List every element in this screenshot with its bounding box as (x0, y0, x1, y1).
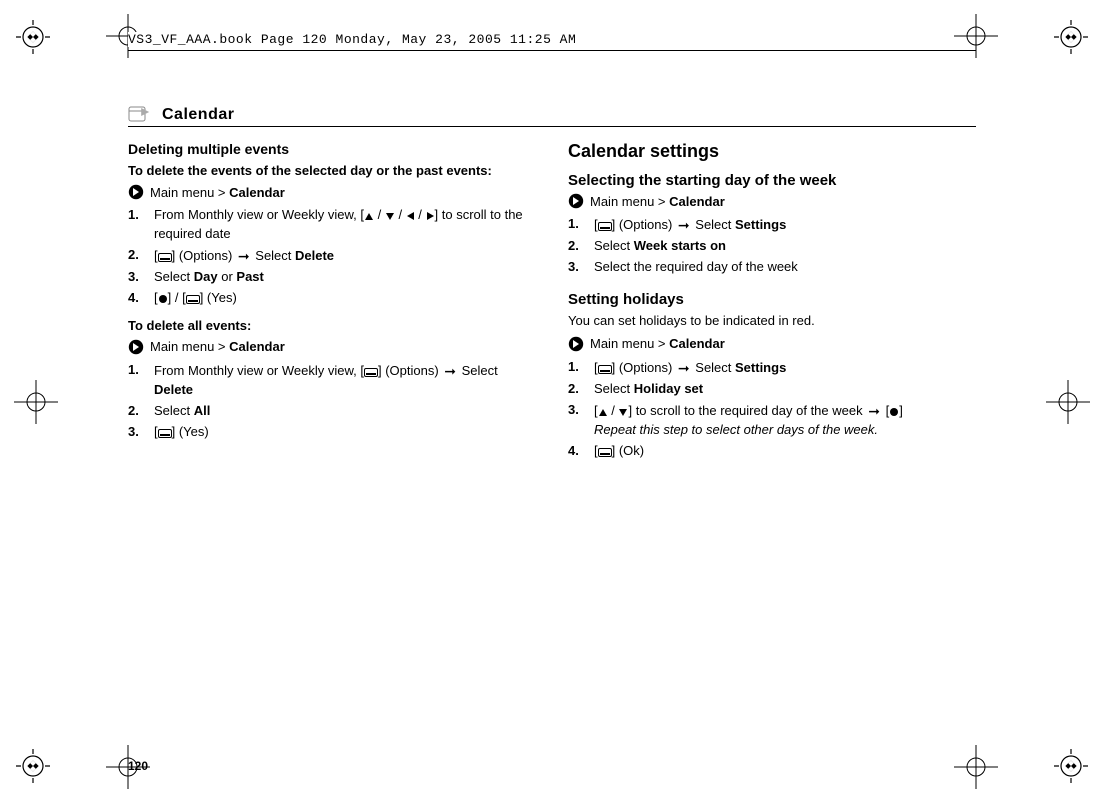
page-content: VS3_VF_AAA.book Page 120 Monday, May 23,… (128, 30, 976, 773)
softkey-icon (598, 365, 612, 374)
arrow-circle-icon (128, 339, 144, 355)
crop-mark-icon (16, 20, 50, 54)
section-header: Calendar (128, 104, 976, 127)
left-column: Deleting multiple events To delete the e… (128, 141, 536, 471)
running-head: VS3_VF_AAA.book Page 120 Monday, May 23,… (128, 30, 976, 48)
steps-list: 1.[] (Options) ➞ Select Settings 2.Selec… (568, 215, 976, 277)
step-text: Select Holiday set (594, 380, 976, 399)
up-icon (364, 212, 374, 221)
step-text: Select All (154, 402, 536, 421)
softkey-icon (598, 222, 612, 231)
step-text: Select Day or Past (154, 268, 536, 287)
step-text: [ / ] to scroll to the required day of t… (594, 401, 976, 440)
steps-list: 1.From Monthly view or Weekly view, [] (… (128, 361, 536, 442)
crumb-text: Main menu > (150, 339, 229, 354)
running-head-text: VS3_VF_AAA.book Page 120 Monday, May 23,… (128, 32, 580, 47)
crumb-text: Main menu > (590, 194, 669, 209)
softkey-icon (158, 429, 172, 438)
step-text: [] (Options) ➞ Select Settings (594, 358, 976, 378)
subheading-deleting: Deleting multiple events (128, 141, 536, 157)
breadcrumb: Main menu > Calendar (128, 184, 536, 200)
step-text: [] (Options) ➞ Select Delete (154, 246, 536, 266)
crosshair-icon (14, 380, 58, 424)
crumb-text: Main menu > (150, 185, 229, 200)
center-key-icon (889, 407, 899, 417)
steps-list: 1.[] (Options) ➞ Select Settings 2.Selec… (568, 358, 976, 461)
page-number: 120 (128, 759, 148, 773)
right-icon (426, 211, 435, 221)
step-text: [] / [] (Yes) (154, 289, 536, 308)
softkey-icon (364, 368, 378, 377)
section-title: Calendar (162, 106, 234, 124)
intro-text: To delete all events: (128, 318, 536, 333)
crop-mark-icon (1054, 749, 1088, 783)
step-text: From Monthly view or Weekly view, [] (Op… (154, 361, 536, 400)
step-text: [] (Options) ➞ Select Settings (594, 215, 976, 235)
center-key-icon (158, 294, 168, 304)
arrow-right-icon: ➞ (444, 361, 456, 381)
arrow-circle-icon (128, 184, 144, 200)
up-icon (598, 408, 608, 417)
arrow-right-icon: ➞ (868, 401, 880, 421)
calendar-icon (128, 104, 154, 124)
step-text: Select the required day of the week (594, 258, 976, 277)
step-text: Select Week starts on (594, 237, 976, 256)
down-icon (618, 408, 628, 417)
intro-text: To delete the events of the selected day… (128, 163, 536, 178)
softkey-icon (186, 295, 200, 304)
crumb-bold: Calendar (669, 194, 725, 209)
step-text: [] (Ok) (594, 442, 976, 461)
crop-mark-icon (16, 749, 50, 783)
subheading-startday: Selecting the starting day of the week (568, 172, 976, 189)
crop-mark-icon (1054, 20, 1088, 54)
breadcrumb: Main menu > Calendar (568, 336, 976, 352)
down-icon (385, 212, 395, 221)
steps-list: 1.From Monthly view or Weekly view, [ / … (128, 206, 536, 308)
body-text: You can set holidays to be indicated in … (568, 312, 976, 330)
breadcrumb: Main menu > Calendar (568, 193, 976, 209)
crumb-bold: Calendar (229, 185, 285, 200)
crumb-bold: Calendar (229, 339, 285, 354)
step-text: From Monthly view or Weekly view, [ / / … (154, 206, 536, 244)
arrow-right-icon: ➞ (678, 215, 690, 235)
crumb-text: Main menu > (590, 336, 669, 351)
right-column: Calendar settings Selecting the starting… (568, 141, 976, 471)
softkey-icon (598, 448, 612, 457)
left-icon (406, 211, 415, 221)
heading-settings: Calendar settings (568, 141, 976, 162)
step-text: [] (Yes) (154, 423, 536, 442)
crosshair-icon (1046, 380, 1090, 424)
softkey-icon (158, 253, 172, 262)
arrow-circle-icon (568, 193, 584, 209)
crumb-bold: Calendar (669, 336, 725, 351)
subheading-holidays: Setting holidays (568, 291, 976, 308)
arrow-circle-icon (568, 336, 584, 352)
arrow-right-icon: ➞ (678, 358, 690, 378)
arrow-right-icon: ➞ (238, 246, 250, 266)
breadcrumb: Main menu > Calendar (128, 339, 536, 355)
